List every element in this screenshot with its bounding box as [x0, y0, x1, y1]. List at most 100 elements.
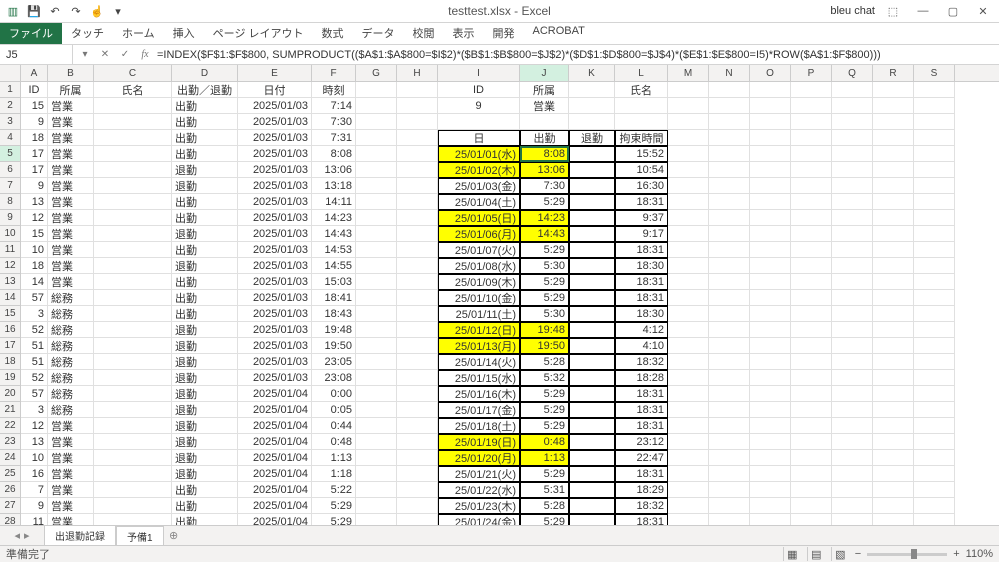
cell[interactable] [914, 226, 955, 242]
tab-ページ レイアウト[interactable]: ページ レイアウト [204, 22, 313, 44]
cell[interactable] [914, 290, 955, 306]
cell[interactable] [356, 258, 397, 274]
cell[interactable]: 7:30 [520, 178, 569, 194]
cell[interactable] [709, 434, 750, 450]
sheet-nav-prev-icon[interactable]: ◂ [14, 529, 20, 542]
cell[interactable] [873, 434, 914, 450]
cell[interactable] [750, 306, 791, 322]
cell[interactable]: 25/01/14(火) [438, 354, 520, 370]
cell[interactable] [709, 370, 750, 386]
cell[interactable] [94, 114, 172, 130]
cell[interactable] [569, 98, 615, 114]
cell[interactable]: 0:48 [520, 434, 569, 450]
cell[interactable] [832, 114, 873, 130]
cell[interactable]: 5:32 [520, 370, 569, 386]
cell[interactable] [832, 418, 873, 434]
cell[interactable]: 2025/01/03 [238, 338, 312, 354]
col-header-D[interactable]: D [172, 65, 238, 81]
row-header-19[interactable]: 19 [0, 370, 21, 386]
cell[interactable] [569, 194, 615, 210]
cell[interactable]: 2025/01/03 [238, 370, 312, 386]
cell[interactable]: 57 [21, 386, 48, 402]
cell[interactable] [709, 226, 750, 242]
cell[interactable]: 5:29 [520, 242, 569, 258]
cell[interactable]: 5:30 [520, 258, 569, 274]
cell[interactable] [791, 162, 832, 178]
cell[interactable]: 総務 [48, 290, 94, 306]
cell[interactable] [873, 482, 914, 498]
cell[interactable] [750, 226, 791, 242]
cell[interactable] [668, 226, 709, 242]
cell[interactable]: 5:31 [520, 482, 569, 498]
cell[interactable]: 拘束時間 [615, 130, 668, 146]
cell[interactable] [356, 450, 397, 466]
cell[interactable]: 2025/01/04 [238, 434, 312, 450]
cell[interactable]: 退勤 [172, 338, 238, 354]
cell[interactable]: 総務 [48, 322, 94, 338]
tab-タッチ[interactable]: タッチ [62, 22, 113, 44]
cell[interactable]: 2025/01/03 [238, 258, 312, 274]
cell[interactable] [709, 162, 750, 178]
cell[interactable] [94, 386, 172, 402]
cell[interactable] [791, 114, 832, 130]
cell[interactable]: 25/01/07(火) [438, 242, 520, 258]
cell[interactable] [791, 306, 832, 322]
cell[interactable] [615, 114, 668, 130]
cell[interactable] [397, 194, 438, 210]
cell[interactable] [356, 418, 397, 434]
cell[interactable] [750, 146, 791, 162]
cell[interactable] [397, 210, 438, 226]
cell[interactable] [356, 226, 397, 242]
cell-1Q[interactable] [832, 82, 873, 98]
cell[interactable] [356, 402, 397, 418]
touch-icon[interactable]: ☝ [88, 2, 106, 20]
cell[interactable] [569, 466, 615, 482]
cell[interactable]: 5:28 [520, 498, 569, 514]
cell[interactable] [397, 402, 438, 418]
cell[interactable]: 出勤 [520, 130, 569, 146]
cell[interactable]: 出勤 [172, 306, 238, 322]
cell[interactable]: 17 [21, 162, 48, 178]
col-header-H[interactable]: H [397, 65, 438, 81]
cell[interactable]: 14:43 [520, 226, 569, 242]
cell[interactable]: 18:31 [615, 194, 668, 210]
cell[interactable]: 25/01/23(木) [438, 498, 520, 514]
cell[interactable] [94, 274, 172, 290]
row-header-3[interactable]: 3 [0, 114, 21, 130]
cell[interactable] [709, 130, 750, 146]
cell[interactable] [709, 402, 750, 418]
cell[interactable] [750, 466, 791, 482]
cell[interactable] [397, 498, 438, 514]
cell[interactable] [832, 306, 873, 322]
cell[interactable]: 7:30 [312, 114, 356, 130]
cell[interactable]: 2025/01/04 [238, 482, 312, 498]
tab-file[interactable]: ファイル [0, 22, 62, 44]
cell[interactable] [914, 306, 955, 322]
cell[interactable] [750, 434, 791, 450]
cell[interactable] [832, 322, 873, 338]
cell[interactable]: 1:18 [312, 466, 356, 482]
cell[interactable] [750, 178, 791, 194]
cell[interactable]: 退勤 [172, 466, 238, 482]
cell-1A[interactable]: ID [21, 82, 48, 98]
cell[interactable]: 2025/01/03 [238, 226, 312, 242]
row-header-15[interactable]: 15 [0, 306, 21, 322]
row-header-17[interactable]: 17 [0, 338, 21, 354]
tab-数式[interactable]: 数式 [313, 22, 353, 44]
cell[interactable] [397, 450, 438, 466]
cell[interactable] [94, 290, 172, 306]
cell[interactable]: 退勤 [172, 402, 238, 418]
cell[interactable]: 出勤 [172, 274, 238, 290]
cell[interactable] [397, 370, 438, 386]
cell[interactable] [750, 498, 791, 514]
cell[interactable] [94, 194, 172, 210]
cell[interactable] [914, 322, 955, 338]
cell[interactable]: 25/01/22(水) [438, 482, 520, 498]
view-layout-icon[interactable]: ▤ [807, 547, 825, 561]
cell[interactable]: 退勤 [172, 370, 238, 386]
cell[interactable] [750, 130, 791, 146]
cell[interactable] [94, 322, 172, 338]
cell[interactable] [750, 290, 791, 306]
cell[interactable]: 23:05 [312, 354, 356, 370]
cell[interactable]: 2025/01/03 [238, 162, 312, 178]
